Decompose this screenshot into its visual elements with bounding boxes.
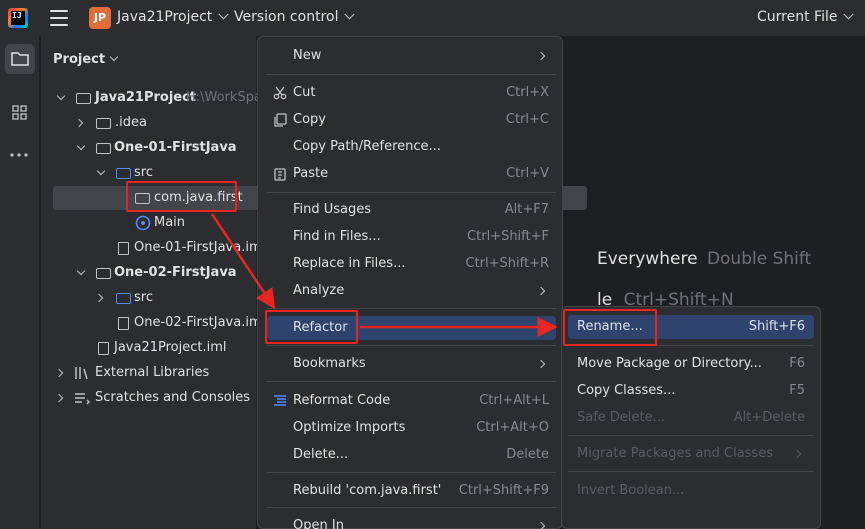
annotation-arrow-to-refactor: [210, 213, 276, 310]
annotation-arrows: [210, 213, 558, 337]
